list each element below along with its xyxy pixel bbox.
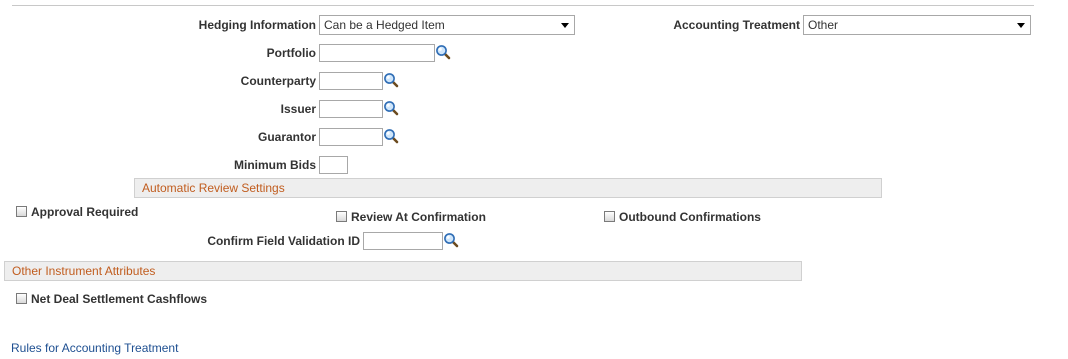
approval-required-checkbox[interactable] <box>16 206 27 217</box>
accounting-treatment-label: Accounting Treatment <box>673 18 800 32</box>
confirm-field-validation-label: Confirm Field Validation ID <box>207 234 360 248</box>
issuer-label: Issuer <box>280 102 316 116</box>
guarantor-label: Guarantor <box>257 130 316 144</box>
guarantor-lookup-icon[interactable] <box>383 128 399 144</box>
hedging-information-select[interactable]: Can be a Hedged Item <box>319 15 575 35</box>
net-deal-settlement-label: Net Deal Settlement Cashflows <box>31 292 208 306</box>
minimum-bids-input[interactable] <box>319 156 348 174</box>
guarantor-input[interactable] <box>319 128 383 146</box>
top-divider <box>12 5 1034 6</box>
counterparty-input[interactable] <box>319 72 383 90</box>
automatic-review-settings-header: Automatic Review Settings <box>134 178 882 198</box>
review-at-confirmation-label: Review At Confirmation <box>351 210 486 224</box>
counterparty-label: Counterparty <box>240 74 316 88</box>
rules-for-accounting-treatment-link[interactable]: Rules for Accounting Treatment <box>11 341 178 355</box>
confirm-field-validation-lookup-icon[interactable] <box>443 232 459 248</box>
counterparty-lookup-icon[interactable] <box>383 72 399 88</box>
approval-required-label: Approval Required <box>31 205 139 219</box>
accounting-treatment-select[interactable]: Other <box>803 15 1031 35</box>
issuer-input[interactable] <box>319 100 383 118</box>
outbound-confirmations-checkbox[interactable] <box>604 211 615 222</box>
hedging-information-label: Hedging Information <box>198 18 316 32</box>
dropdown-arrow-icon <box>561 23 569 28</box>
outbound-confirmations-label: Outbound Confirmations <box>619 210 761 224</box>
confirm-field-validation-input[interactable] <box>363 232 443 250</box>
portfolio-input[interactable] <box>319 44 435 62</box>
dropdown-arrow-icon <box>1017 23 1025 28</box>
accounting-treatment-value: Other <box>808 18 839 32</box>
minimum-bids-label: Minimum Bids <box>233 158 316 172</box>
issuer-lookup-icon[interactable] <box>383 100 399 116</box>
other-instrument-attributes-header: Other Instrument Attributes <box>4 261 802 281</box>
portfolio-lookup-icon[interactable] <box>435 44 451 60</box>
portfolio-label: Portfolio <box>266 46 316 60</box>
hedging-information-value: Can be a Hedged Item <box>324 18 445 32</box>
review-at-confirmation-checkbox[interactable] <box>336 211 347 222</box>
net-deal-settlement-checkbox[interactable] <box>16 293 27 304</box>
